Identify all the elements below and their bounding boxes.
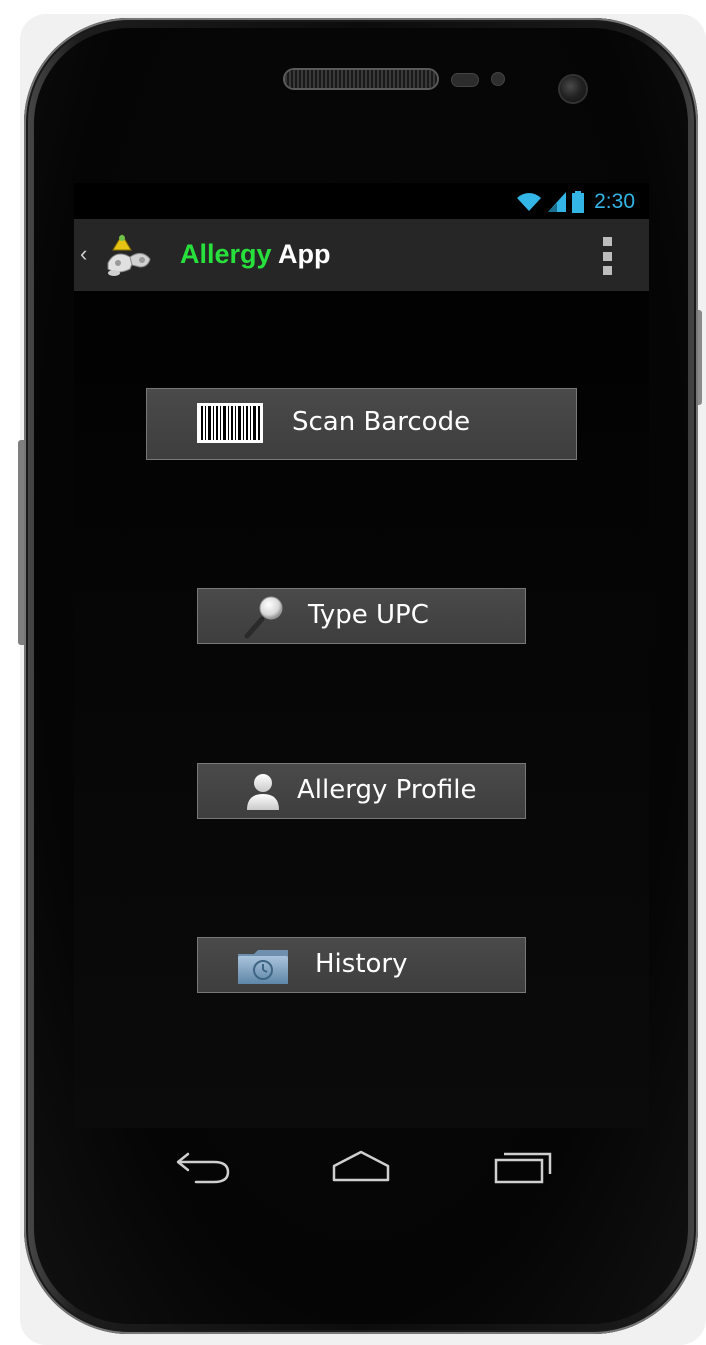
recent-apps-icon[interactable] [492,1146,554,1186]
light-sensor [492,73,504,85]
signal-icon [548,192,567,212]
earpiece-speaker [285,70,437,88]
app-title-rest: App [271,239,331,269]
home-icon[interactable] [330,1146,392,1186]
scan-barcode-label: Scan Barcode [292,407,471,437]
type-upc-button[interactable]: Type UPC [197,588,526,644]
navigation-bar [74,1128,649,1208]
history-button[interactable]: History [197,937,526,993]
history-folder-icon [238,950,288,984]
overflow-dot [603,266,612,275]
magnifier-icon [244,596,283,639]
app-title-accent: Allergy [180,239,272,269]
app-screen: 2:30 ‹ Allergy App Scan Barcode Type UPC… [74,183,649,1128]
status-time: 2:30 [594,190,635,213]
battery-icon [572,191,585,213]
person-icon [247,774,279,810]
scan-barcode-button[interactable]: Scan Barcode [146,388,577,460]
status-bar: 2:30 [74,183,649,219]
overflow-menu-icon[interactable] [603,237,613,275]
back-icon[interactable] [174,1146,234,1186]
allergy-app-logo-icon[interactable] [104,233,154,277]
overflow-dot [603,251,612,261]
app-title: Allergy App [180,239,331,270]
chevron-left-icon[interactable]: ‹ [80,241,87,267]
overflow-dot [603,237,612,246]
allergy-profile-button[interactable]: Allergy Profile [197,763,526,819]
type-upc-label: Type UPC [308,600,429,630]
proximity-sensor [452,74,478,86]
status-icons: 2:30 [516,190,635,214]
history-label: History [315,949,408,979]
wifi-icon [517,193,542,211]
action-bar: ‹ Allergy App [74,219,649,291]
front-camera [560,76,586,102]
barcode-icon [197,403,263,443]
allergy-profile-label: Allergy Profile [297,775,477,805]
